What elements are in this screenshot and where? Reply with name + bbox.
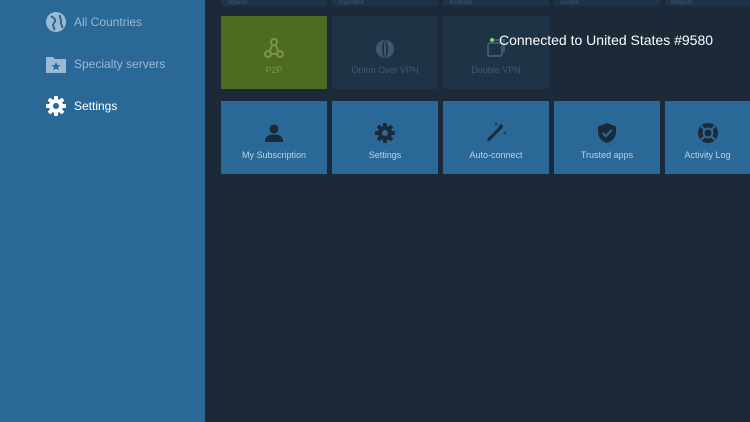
onion-icon (374, 37, 396, 59)
tile-label: Double VPN (471, 65, 521, 75)
sidebar-item-specialty-servers[interactable]: Specialty servers (45, 52, 165, 76)
sidebar-item-all-countries[interactable]: All Countries (45, 10, 142, 34)
magic-wand-icon (485, 122, 507, 144)
tile-trusted-apps[interactable]: Trusted apps (554, 101, 660, 174)
p2p-icon (263, 37, 285, 59)
gear-icon (374, 122, 396, 144)
tile-inner: Activity Log (665, 101, 750, 160)
folder-star-icon (45, 53, 67, 75)
globe-icon (45, 11, 67, 33)
tile-label: Onion Over VPN (351, 65, 419, 75)
connection-status-text: Connected to United States #9580 (499, 32, 714, 48)
tile-double-vpn[interactable]: Double VPN (443, 16, 549, 89)
country-tile-argentina[interactable]: Argentina (332, 0, 438, 6)
sidebar-item-settings[interactable]: Settings (45, 94, 117, 118)
tile-auto-connect[interactable]: Auto-connect (443, 101, 549, 174)
tile-label: P2P (265, 65, 283, 75)
gear-icon (45, 95, 67, 117)
sidebar-item-label: Specialty servers (74, 57, 166, 71)
tile-label: Trusted apps (580, 150, 634, 160)
sidebar: All Countries Specialty servers Settings (0, 0, 205, 422)
country-tile-albania[interactable]: Albania (221, 0, 327, 6)
status-dot-icon (490, 38, 494, 42)
main-content: Albania Argentina Australia Austria Belg… (205, 0, 750, 422)
country-tile-australia[interactable]: Australia (443, 0, 549, 6)
sidebar-item-label: All Countries (74, 15, 143, 29)
tile-p2p[interactable]: P2P (221, 16, 327, 89)
tile-label: Auto-connect (469, 150, 523, 160)
tile-label: Activity Log (684, 150, 731, 160)
tile-my-subscription[interactable]: My Subscription (221, 101, 327, 174)
tile-label: My Subscription (241, 150, 307, 160)
tile-onion-over-vpn[interactable]: Onion Over VPN (332, 16, 438, 89)
connection-status: Connected to United States #9580 (490, 32, 713, 48)
tile-label: Settings (368, 150, 402, 160)
lifebuoy-icon (697, 122, 719, 144)
country-tile-austria[interactable]: Austria (554, 0, 660, 6)
tile-activity-log[interactable]: Activity Log (665, 101, 750, 174)
sidebar-item-label: Settings (74, 99, 118, 113)
user-icon (263, 122, 285, 144)
tile-settings[interactable]: Settings (332, 101, 438, 174)
country-tile-belgium[interactable]: Belgium (665, 0, 750, 6)
shield-check-icon (596, 122, 618, 144)
